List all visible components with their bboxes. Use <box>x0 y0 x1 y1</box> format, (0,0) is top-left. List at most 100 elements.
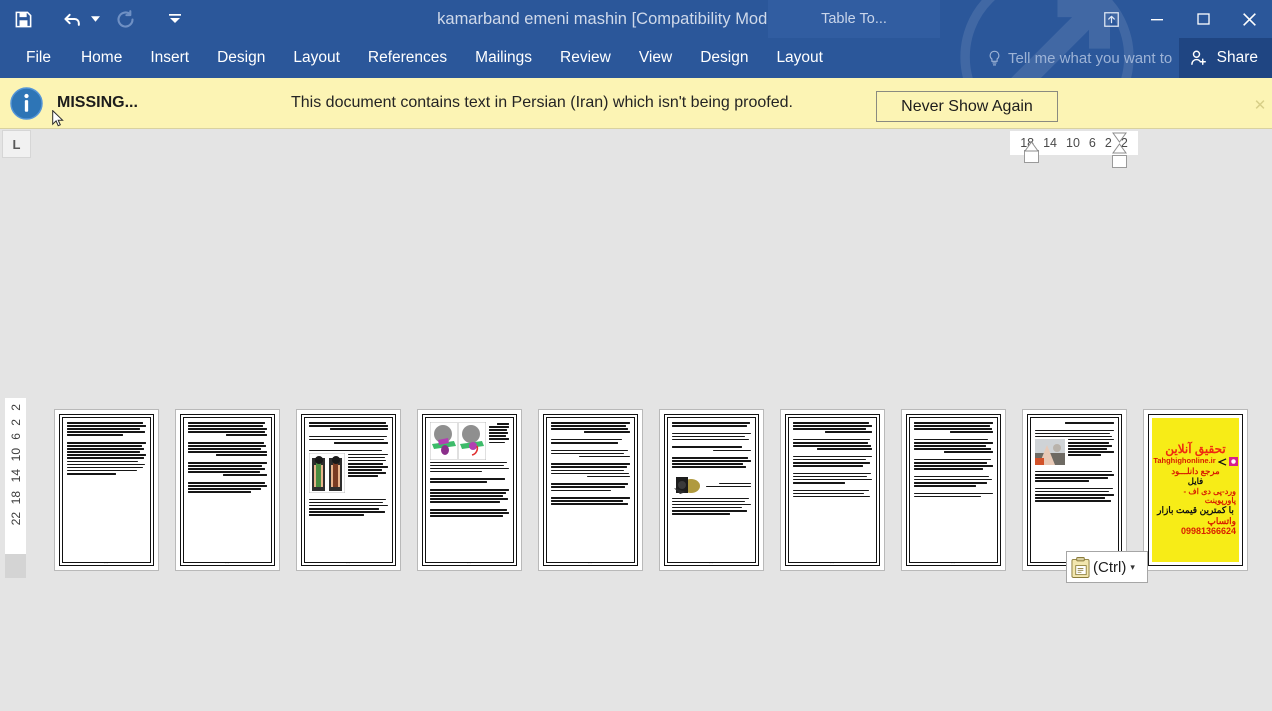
window-controls <box>1088 0 1272 38</box>
right-indent-box[interactable] <box>1112 155 1127 168</box>
crash-test-diagram-icon <box>430 422 486 460</box>
page-border-outer <box>301 414 396 566</box>
page-footer: .. <box>467 560 472 565</box>
seatbelt-photo-icon <box>309 452 345 493</box>
arrow-left-icon <box>1217 457 1226 466</box>
tab-table-tools-design[interactable]: Design <box>686 38 762 78</box>
redo-button[interactable] <box>110 4 140 34</box>
page-border-outer <box>785 414 880 566</box>
customize-quick-access-toolbar-button[interactable] <box>160 4 190 34</box>
tell-me-placeholder: Tell me what you want to <box>1008 49 1173 67</box>
page-thumbnail-8[interactable]: .. <box>901 409 1006 571</box>
ribbon-display-options-button[interactable] <box>1088 0 1134 38</box>
page-thumbnail-3[interactable]: .. <box>296 409 401 571</box>
chevron-down-icon <box>90 16 100 22</box>
restore-button[interactable] <box>1180 0 1226 38</box>
tab-table-tools-layout[interactable]: Layout <box>762 38 837 78</box>
advertisement-content: تحقیق آنلاین Tahghighonline.ir مرجع دانل… <box>1152 418 1239 562</box>
tab-design[interactable]: Design <box>203 38 279 78</box>
page-footer: .. <box>104 560 109 565</box>
tab-home[interactable]: Home <box>67 38 136 78</box>
page-content <box>546 417 635 563</box>
page-content <box>909 417 998 563</box>
page-border-outer <box>180 414 275 566</box>
ad-headline: تحقیق آنلاین <box>1165 442 1226 457</box>
page-thumbnail-2[interactable]: .. <box>175 409 280 571</box>
page-border-outer <box>1027 414 1122 566</box>
ad-line-2: فایل <box>1187 476 1204 487</box>
save-button[interactable] <box>8 4 38 34</box>
paste-options-button[interactable]: (Ctrl) ▾ <box>1066 551 1148 583</box>
social-icon <box>1228 457 1238 467</box>
ribbon-tab-strip: File Home Insert Design Layout Reference… <box>0 38 1272 78</box>
page-content <box>667 417 756 563</box>
chevron-down-icon: ▾ <box>1130 561 1135 572</box>
page-footer: .. <box>830 560 835 565</box>
tab-insert[interactable]: Insert <box>136 38 203 78</box>
tab-view[interactable]: View <box>625 38 686 78</box>
tab-references[interactable]: References <box>354 38 461 78</box>
page-content <box>183 417 272 563</box>
vruler-tick-2b: 2 <box>8 418 23 426</box>
page-content <box>425 417 514 563</box>
page-footer: .. <box>709 560 714 565</box>
undo-dropdown-button[interactable] <box>88 5 102 33</box>
page-footer: .. <box>951 560 956 565</box>
never-show-again-button[interactable]: Never Show Again <box>876 91 1058 122</box>
page-thumbnail-5[interactable]: .. <box>538 409 643 571</box>
vruler-tick-18: 18 <box>8 490 23 505</box>
page-thumbnail-9[interactable]: .. <box>1022 409 1127 571</box>
hruler-tick-10: 10 <box>1066 136 1080 150</box>
tab-file[interactable]: File <box>0 38 67 78</box>
tab-mailings[interactable]: Mailings <box>461 38 546 78</box>
vruler-tick-2a: 2 <box>8 404 23 411</box>
first-line-indent-marker[interactable] <box>1024 142 1039 152</box>
paste-options-label: (Ctrl) <box>1093 558 1127 576</box>
message-bar-close-button[interactable]: ✕ <box>1250 94 1270 116</box>
page-content <box>1030 417 1119 563</box>
document-title: kamarband emeni mashin [Compatibility Mo… <box>437 10 835 28</box>
right-indent-marker[interactable] <box>1112 131 1127 156</box>
tab-layout[interactable]: Layout <box>279 38 354 78</box>
share-button[interactable]: Share <box>1178 38 1272 78</box>
missing-label: MISSING... <box>57 94 138 111</box>
retractor-mechanism-photo-icon <box>674 477 700 495</box>
clipboard-icon <box>1071 556 1090 578</box>
page-thumbnail-1[interactable]: .. <box>54 409 159 571</box>
ribbon-tabs: File Home Insert Design Layout Reference… <box>0 38 837 78</box>
page-footer: .. <box>225 560 230 565</box>
redo-icon <box>117 9 134 28</box>
contextual-tab-group-title: Table To... <box>821 11 887 27</box>
proofing-message-bar: MISSING... This document contains text i… <box>0 78 1272 129</box>
lightbulb-icon <box>988 50 1001 67</box>
vruler-tick-10: 10 <box>8 448 23 462</box>
page-content <box>62 417 151 563</box>
tell-me-search-box[interactable]: Tell me what you want to <box>988 38 1178 78</box>
vruler-tick-14: 14 <box>8 469 23 483</box>
vertical-ruler-ticks: 2 2 6 10 14 18 22 <box>5 398 26 574</box>
page-border-outer <box>664 414 759 566</box>
minimize-button[interactable] <box>1134 0 1180 38</box>
hruler-tick-14: 14 <box>1043 136 1058 150</box>
page-thumbnail-7[interactable]: .. <box>780 409 885 571</box>
ad-line-1: مرجع دانلـــود <box>1171 466 1220 477</box>
close-button[interactable] <box>1226 0 1272 38</box>
page-thumbnail-6[interactable]: .. <box>659 409 764 571</box>
ad-site-url: Tahghighonline.ir <box>1153 456 1216 466</box>
share-label: Share <box>1216 49 1258 66</box>
page-footer: .. <box>588 560 593 565</box>
page-border-outer: تحقیق آنلاین Tahghighonline.ir مرجع دانل… <box>1148 414 1243 566</box>
undo-button[interactable] <box>58 4 88 34</box>
tab-selector-button[interactable]: L <box>2 130 31 158</box>
hruler-tick-6: 6 <box>1088 136 1096 150</box>
ad-line-5: واتساپ 09981366624 <box>1180 516 1236 537</box>
tab-review[interactable]: Review <box>546 38 625 78</box>
proofing-message-text: This document contains text in Persian (… <box>291 94 793 111</box>
vruler-tick-6: 6 <box>8 433 23 441</box>
page-content <box>304 417 393 563</box>
undo-icon <box>64 13 80 26</box>
hruler-tick-2a: 2 <box>1104 136 1112 150</box>
seatbelt-usage-photo-icon <box>1035 438 1065 465</box>
page-thumbnail-10[interactable]: تحقیق آنلاین Tahghighonline.ir مرجع دانل… <box>1143 409 1248 571</box>
page-thumbnail-4[interactable]: .. <box>417 409 522 571</box>
